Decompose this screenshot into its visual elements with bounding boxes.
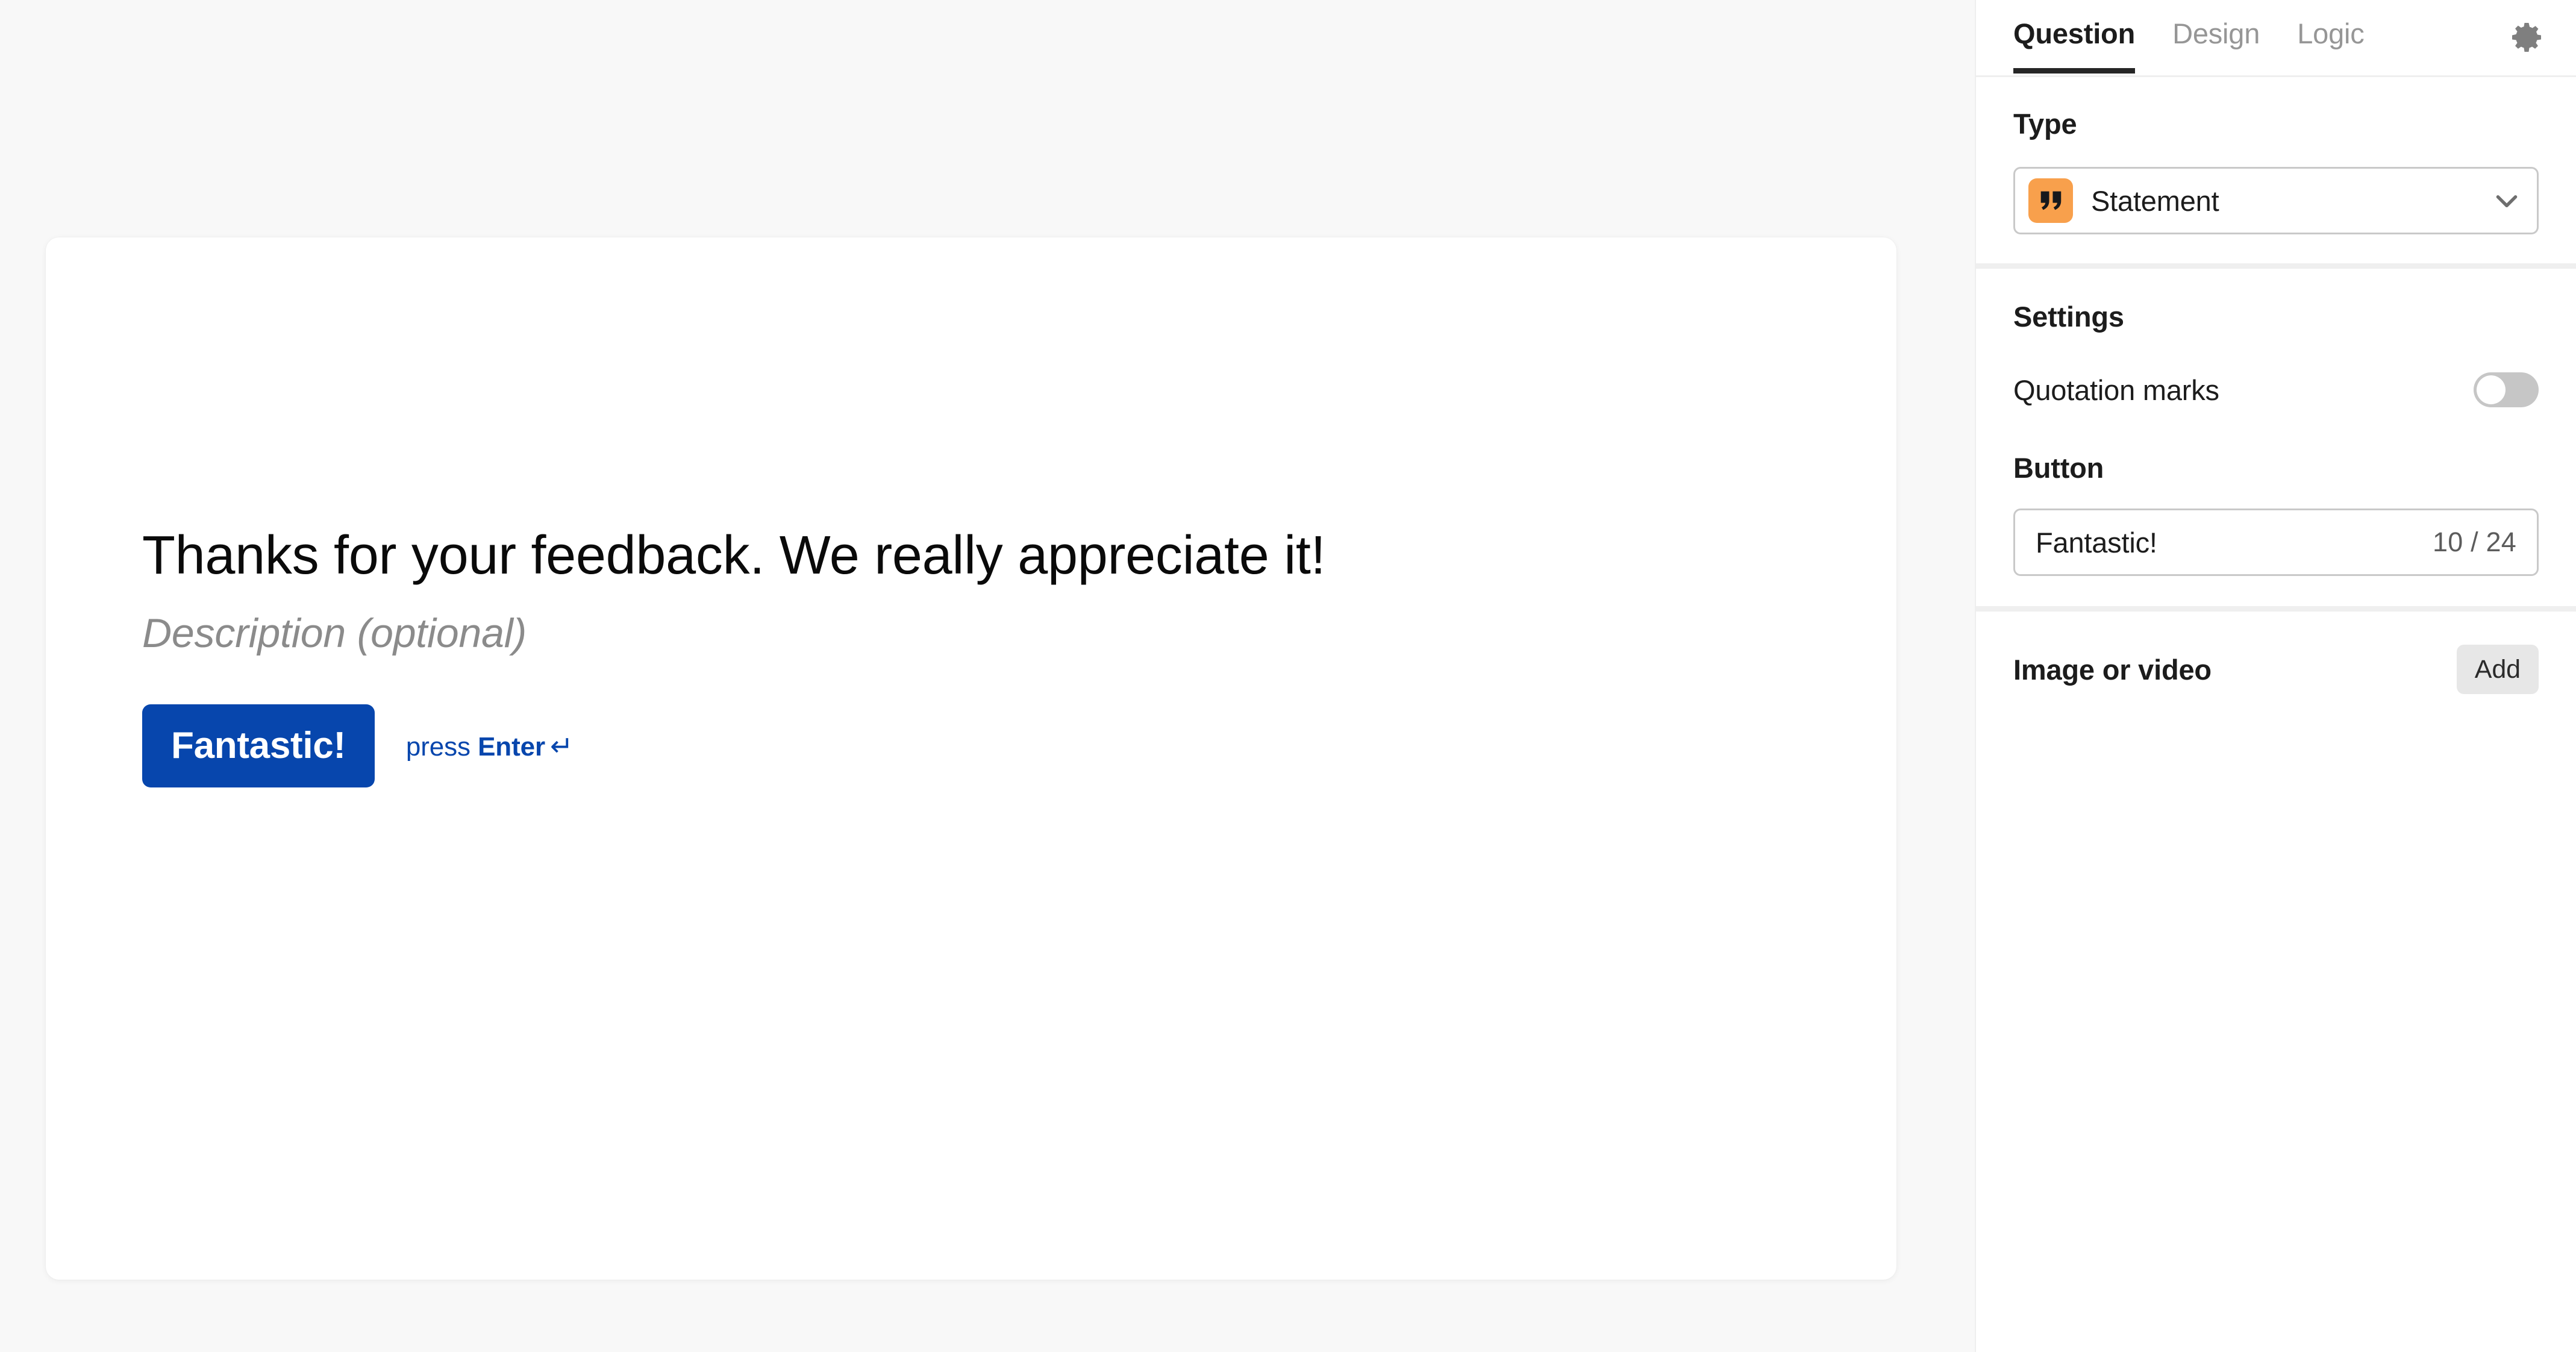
press-enter-key: Enter [478, 731, 546, 762]
statement-headline[interactable]: Thanks for your feedback. We really appr… [142, 524, 1708, 587]
tab-logic[interactable]: Logic [2297, 17, 2365, 72]
enter-arrow-icon: ↵ [550, 730, 574, 762]
question-preview-card: Thanks for your feedback. We really appr… [46, 237, 1896, 1280]
tab-question[interactable]: Question [2013, 17, 2135, 74]
press-enter-hint: press Enter ↵ [406, 730, 574, 762]
chevron-down-icon [2490, 184, 2524, 218]
form-preview-canvas: Thanks for your feedback. We really appr… [0, 0, 1975, 1352]
button-text-value: Fantastic! [2036, 526, 2157, 559]
button-field-label: Button [2013, 452, 2104, 484]
gear-icon[interactable] [2505, 16, 2548, 59]
form-builder-app: Thanks for your feedback. We really appr… [0, 0, 2576, 1352]
quotation-marks-icon [2028, 178, 2073, 223]
statement-cta-button[interactable]: Fantastic! [142, 704, 375, 787]
question-settings-panel: Question Design Logic Type Statement Set… [1975, 0, 2576, 1352]
image-or-video-row: Image or video Add [2013, 640, 2539, 698]
tab-design[interactable]: Design [2172, 17, 2260, 72]
question-type-select[interactable]: Statement [2013, 167, 2539, 234]
settings-section-label: Settings [2013, 301, 2124, 333]
divider-type-settings [1976, 263, 2576, 269]
panel-tabbar: Question Design Logic [1976, 0, 2576, 77]
type-section-label: Type [2013, 108, 2077, 140]
image-or-video-label: Image or video [2013, 653, 2212, 686]
type-section: Type Statement [1976, 77, 2576, 263]
toggle-knob [2477, 375, 2506, 404]
quotation-marks-row: Quotation marks [2013, 365, 2539, 415]
preview-content: Thanks for your feedback. We really appr… [142, 524, 1708, 787]
press-enter-prefix: press [405, 731, 478, 762]
quotation-marks-toggle[interactable] [2474, 372, 2539, 407]
quotation-marks-label: Quotation marks [2013, 374, 2219, 406]
cta-row: Fantastic! press Enter ↵ [142, 704, 1708, 787]
add-media-button[interactable]: Add [2456, 645, 2539, 694]
media-section: Image or video Add [1976, 612, 2576, 727]
question-type-value: Statement [2091, 184, 2219, 217]
button-text-input[interactable]: Fantastic! 10 / 24 [2013, 509, 2539, 576]
settings-section: Settings Quotation marks Button Fantasti… [1976, 269, 2576, 606]
statement-description-placeholder[interactable]: Description (optional) [142, 609, 1708, 659]
divider-settings-media [1976, 606, 2576, 612]
button-char-counter: 10 / 24 [2432, 527, 2516, 557]
